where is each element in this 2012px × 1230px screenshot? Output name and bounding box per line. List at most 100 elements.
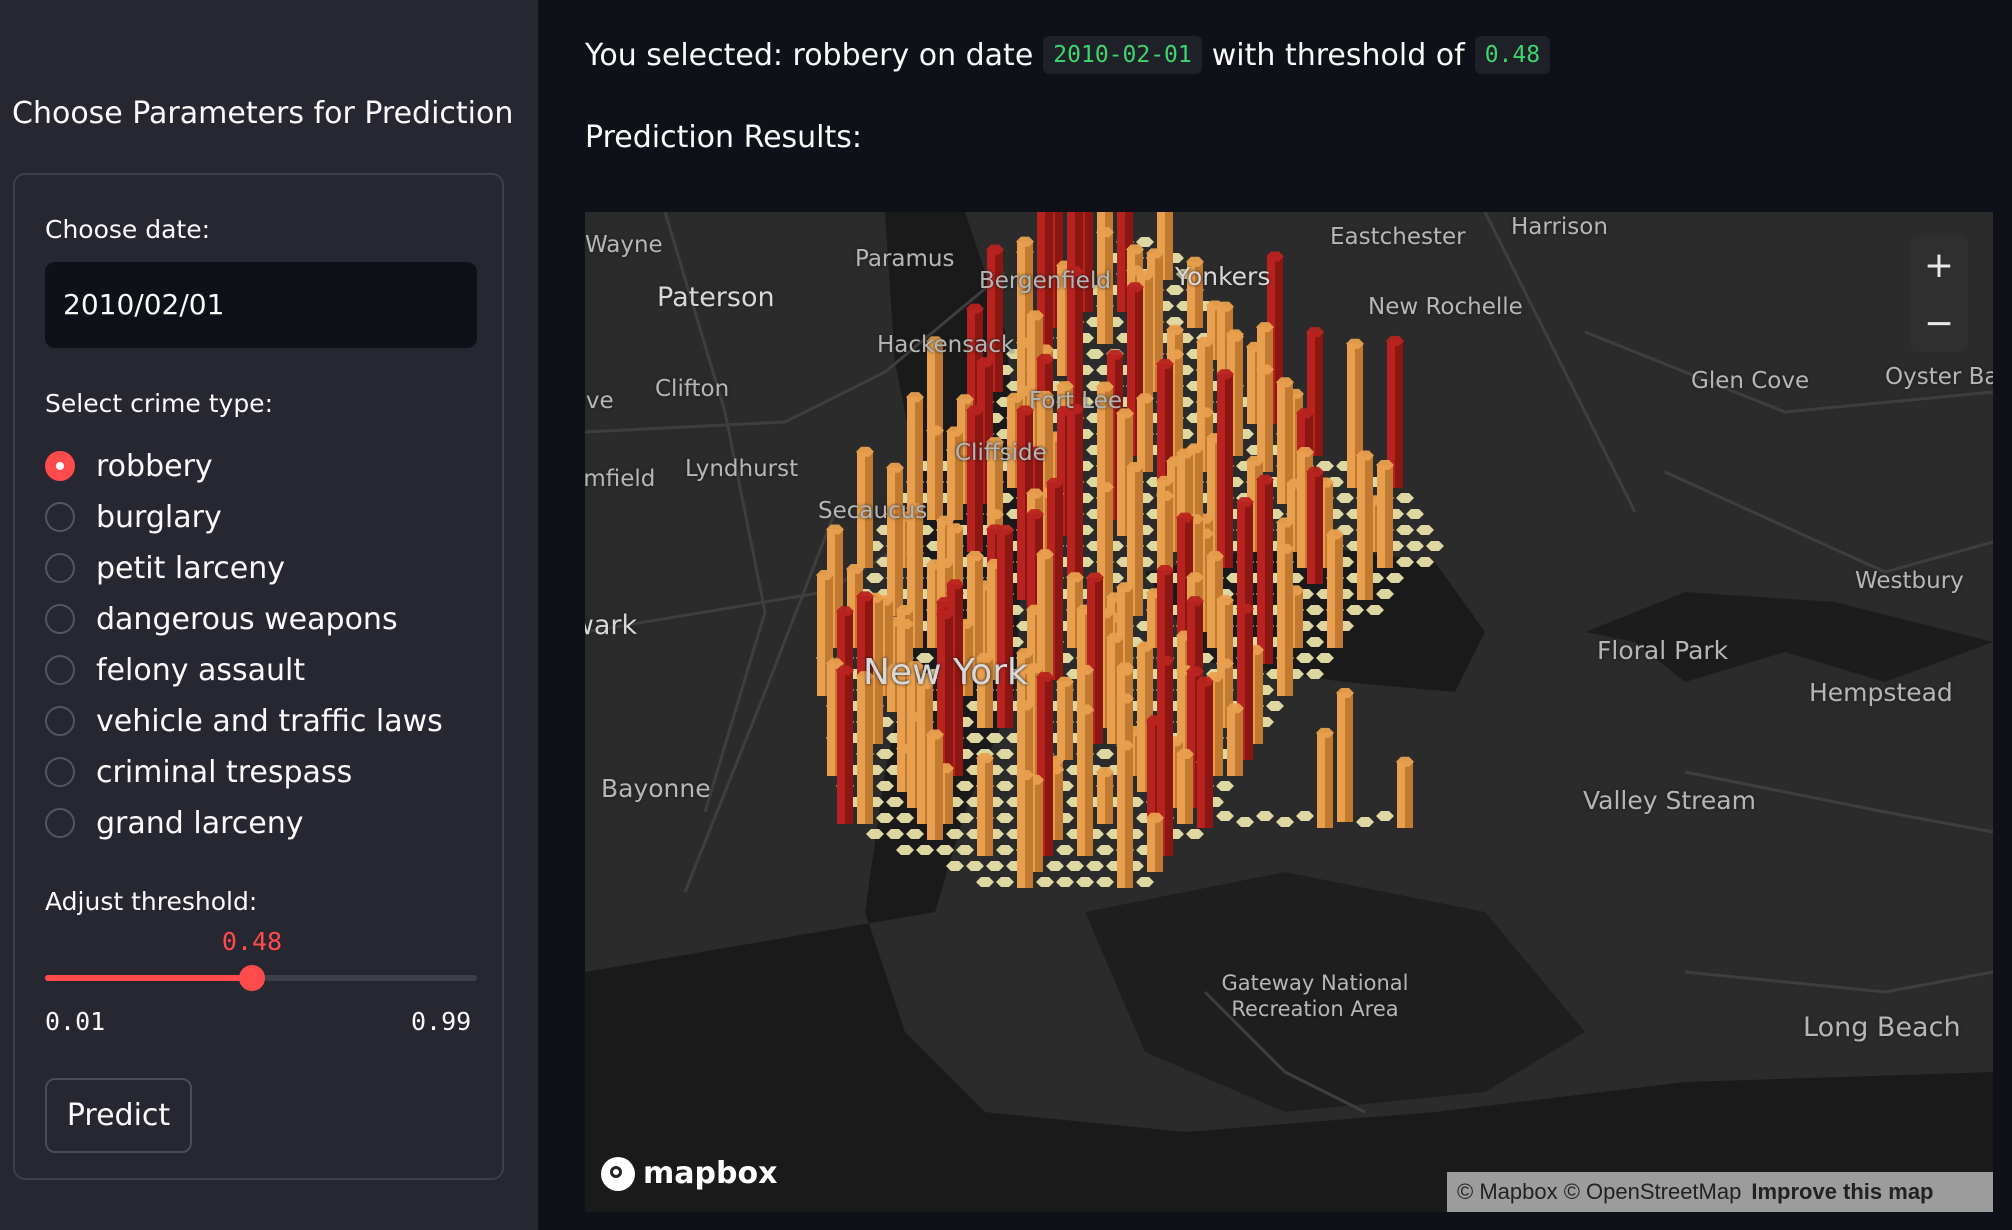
map-attribution: © Mapbox © OpenStreetMap Improve this ma…: [1447, 1172, 1993, 1212]
hex-column: [876, 749, 894, 759]
place-label: Bergenfield: [979, 268, 1111, 294]
hex-column: [1356, 817, 1374, 827]
hex-column: [1406, 541, 1424, 551]
hex-column: [1316, 727, 1334, 828]
hex-column: [1406, 509, 1424, 519]
zoom-out-button[interactable]: −: [1910, 294, 1968, 352]
hex-column: [996, 845, 1014, 855]
place-label: Grove: [585, 388, 614, 414]
hex-column: [986, 733, 1004, 743]
hex-column: [926, 729, 944, 840]
hex-column: [906, 829, 924, 839]
hex-column: [1216, 369, 1234, 568]
hex-column: [1046, 861, 1064, 871]
hex-column: [1096, 749, 1114, 759]
place-label: Cliffside: [955, 440, 1047, 466]
hex-column: [1176, 749, 1194, 824]
hex-column: [1296, 811, 1314, 821]
hex-column: [1416, 557, 1434, 567]
radio-label: vehicle and traffic laws: [96, 703, 443, 739]
date-input[interactable]: 2010/02/01: [45, 262, 477, 348]
place-label: Long Beach: [1803, 1012, 1961, 1043]
hexbin-layer: [816, 212, 1444, 888]
hex-column: [1036, 877, 1054, 887]
hex-column: [1276, 543, 1294, 696]
hex-column: [1186, 829, 1204, 839]
hex-column: [1056, 877, 1074, 887]
hex-column: [1416, 525, 1434, 535]
hex-column: [1196, 676, 1214, 828]
date-label: Choose date:: [45, 215, 211, 244]
prediction-form: Choose date: 2010/02/01 Select crime typ…: [13, 173, 504, 1180]
hex-column: [1356, 450, 1374, 600]
zoom-in-button[interactable]: +: [1910, 236, 1968, 294]
radio-label: petit larceny: [96, 550, 286, 586]
radio-felony-assault[interactable]: felony assault: [45, 648, 305, 692]
radio-vehicle-traffic[interactable]: vehicle and traffic laws: [45, 699, 443, 743]
summary-date-code: 2010-02-01: [1043, 36, 1202, 74]
threshold-max: 0.99: [411, 1007, 472, 1036]
place-label: Newark: [585, 610, 638, 641]
hex-column: [946, 861, 964, 871]
radio-grand-larceny[interactable]: grand larceny: [45, 801, 303, 845]
hex-column: [966, 861, 984, 871]
radio-petit-larceny[interactable]: petit larceny: [45, 546, 285, 590]
mapbox-icon: [601, 1156, 635, 1191]
place-label: Bloomfield: [585, 466, 656, 492]
hex-column: [1366, 605, 1384, 615]
hex-column: [996, 877, 1014, 887]
summary-prefix: You selected: robbery on date: [585, 37, 1034, 73]
place-label: Hempstead: [1809, 678, 1953, 707]
hex-column: [1136, 877, 1154, 887]
threshold-slider[interactable]: [45, 965, 477, 991]
place-label: Paterson: [657, 282, 775, 313]
hex-column: [1096, 845, 1114, 855]
place-label: Wayne: [585, 232, 663, 258]
radio-dangerous-weapons[interactable]: dangerous weapons: [45, 597, 398, 641]
hex-column: [1426, 541, 1444, 551]
results-title: Prediction Results:: [585, 120, 863, 155]
attribution-text[interactable]: © Mapbox © OpenStreetMap: [1457, 1179, 1741, 1205]
hex-column: [1236, 817, 1254, 827]
hex-column: [1096, 877, 1114, 887]
mapbox-logo[interactable]: mapbox: [601, 1156, 777, 1191]
hex-column: [956, 845, 974, 855]
hex-column: [1216, 595, 1234, 664]
hex-column: [1146, 812, 1164, 872]
threshold-label: Adjust threshold:: [45, 887, 258, 916]
hex-column: [956, 781, 974, 791]
predict-button[interactable]: Predict: [45, 1078, 192, 1153]
place-label: Fort Lee: [1029, 388, 1122, 414]
hex-column: [1316, 653, 1334, 663]
hex-column: [1096, 767, 1114, 824]
map-view[interactable]: Wayne Paramus Bergenfield Yonkers Eastch…: [585, 212, 1993, 1212]
radio-unselected-icon: [45, 808, 75, 838]
hex-column: [1056, 845, 1074, 855]
slider-thumb[interactable]: [239, 965, 265, 991]
hex-column: [1216, 811, 1234, 821]
hex-column: [1226, 703, 1244, 776]
radio-label: grand larceny: [96, 805, 304, 841]
hex-column: [1056, 676, 1074, 760]
hex-column: [966, 405, 984, 552]
place-label: Floral Park: [1597, 636, 1729, 665]
radio-robbery[interactable]: robbery: [45, 444, 213, 488]
hex-column: [866, 573, 884, 583]
hex-column: [1336, 687, 1354, 822]
hex-column: [856, 671, 874, 824]
hex-column: [1306, 637, 1324, 647]
hex-column: [956, 813, 974, 823]
radio-label: criminal trespass: [96, 754, 353, 790]
hex-column: [936, 845, 954, 855]
place-label: Hackensack: [877, 332, 1015, 358]
place-label: Westbury: [1855, 568, 1964, 594]
hex-column: [876, 781, 894, 791]
radio-criminal-trespass[interactable]: criminal trespass: [45, 750, 352, 794]
place-label: Paramus: [855, 246, 955, 272]
place-label: New Rochelle: [1368, 294, 1523, 320]
hex-column: [1086, 349, 1104, 359]
improve-map-link[interactable]: Improve this map: [1751, 1179, 1933, 1205]
hex-column: [996, 813, 1014, 823]
radio-unselected-icon: [45, 553, 75, 583]
radio-burglary[interactable]: burglary: [45, 495, 222, 539]
